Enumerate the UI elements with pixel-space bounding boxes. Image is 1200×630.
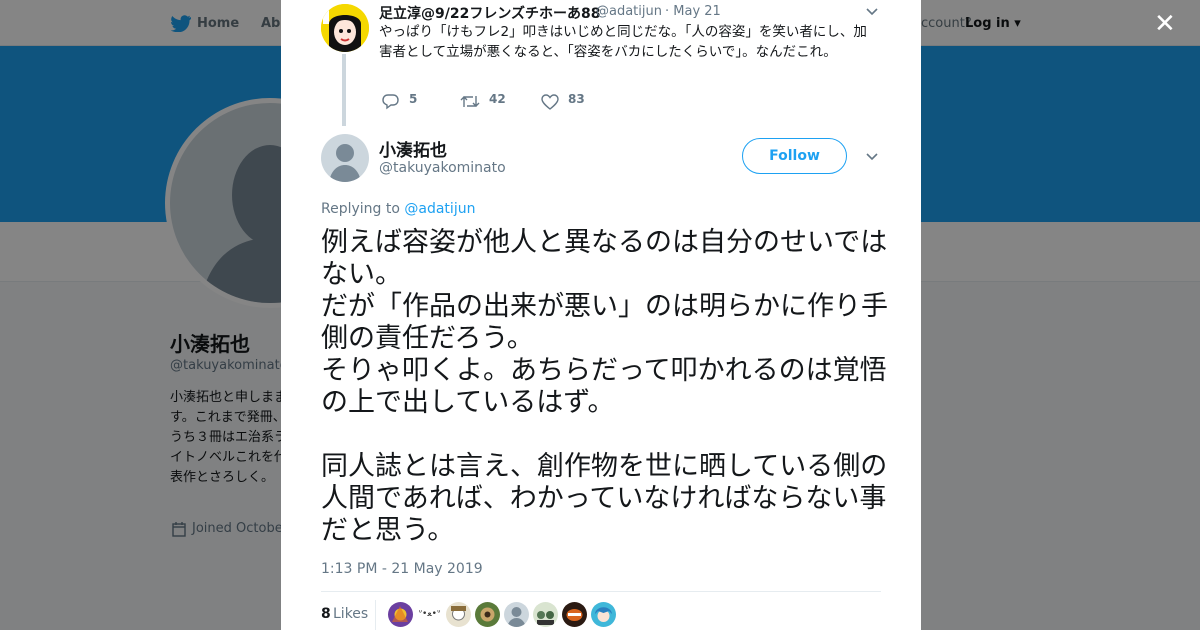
parent-tweet-date[interactable]: · May 21	[665, 4, 721, 19]
default-avatar-icon	[329, 144, 361, 182]
avatar-icon	[392, 606, 408, 622]
parent-author-name[interactable]: 足立淳@9/22フレンズチホーあ88	[379, 3, 601, 23]
follow-button[interactable]: Follow	[742, 138, 847, 174]
retweet-icon[interactable]	[460, 94, 480, 109]
parent-author-avatar[interactable]	[321, 4, 369, 52]
close-icon[interactable]: ✕	[1154, 11, 1176, 37]
like-count: 83	[568, 92, 585, 106]
reply-count: 5	[409, 92, 418, 106]
liker-avatar[interactable]	[475, 602, 500, 627]
avatar-icon	[566, 609, 583, 621]
author-name[interactable]: 小湊拓也	[379, 136, 447, 161]
anime-girl-avatar-icon	[321, 4, 369, 52]
parent-tweet-text: やっぱり「けもフレ2」叩きはいじめと同じだな。「人の容姿」を笑い者にし、加害者と…	[379, 24, 867, 60]
liker-avatar[interactable]	[388, 602, 413, 627]
default-avatar-icon	[507, 607, 526, 627]
avatar-icon	[451, 606, 466, 621]
liker-avatar[interactable]	[562, 602, 587, 627]
tweet-modal: 足立淳@9/22フレンズチホーあ88 @adatijun · May 21 やっ…	[281, 0, 921, 630]
replying-to-label: Replying to	[321, 201, 405, 217]
divider	[375, 600, 376, 630]
chevron-down-icon[interactable]	[865, 7, 879, 17]
author-avatar[interactable]	[321, 134, 369, 182]
liker-avatar[interactable]	[591, 602, 616, 627]
liker-avatar[interactable]	[533, 602, 558, 627]
avatar-icon	[537, 611, 554, 625]
liker-avatar-kaomoji[interactable]: ᐡ•ﻌ•ᐡ	[417, 602, 442, 627]
likes-count[interactable]: 8	[321, 606, 331, 622]
author-handle[interactable]: @takuyakominato	[379, 160, 506, 176]
tweet-text: 例えば容姿が他人と異なるのは自分のせいではない。 だが「作品の出来が悪い」のは明…	[321, 227, 888, 546]
likes-label[interactable]: Likes	[333, 606, 368, 622]
divider	[321, 591, 881, 592]
replying-to-link[interactable]: @adatijun	[404, 201, 475, 217]
replying-to: Replying to @adatijun	[321, 201, 475, 217]
liker-avatar[interactable]	[446, 602, 471, 627]
reply-icon[interactable]	[382, 94, 399, 110]
heart-icon[interactable]	[541, 94, 559, 110]
liker-avatar[interactable]	[504, 602, 529, 627]
avatar-icon	[595, 607, 612, 622]
chevron-down-icon[interactable]	[865, 152, 879, 162]
avatar-icon	[480, 607, 495, 622]
parent-author-handle[interactable]: @adatijun	[596, 4, 662, 19]
retweet-count: 42	[489, 92, 506, 106]
thread-line	[342, 54, 346, 126]
tweet-timestamp[interactable]: 1:13 PM - 21 May 2019	[321, 561, 483, 577]
